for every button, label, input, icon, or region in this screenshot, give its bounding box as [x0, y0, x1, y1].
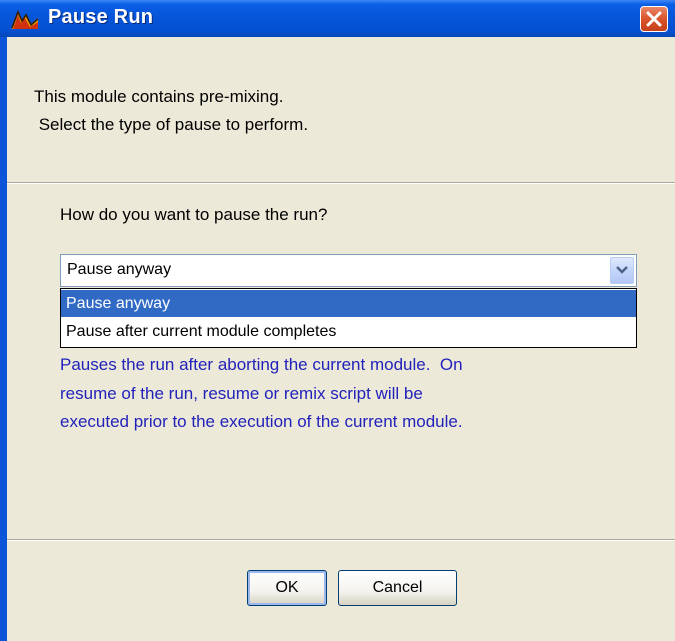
description-line-1: Pauses the run after aborting the curren… — [60, 355, 463, 374]
app-logo-icon — [11, 8, 39, 30]
dropdown-button[interactable] — [610, 257, 634, 284]
message-line-1: This module contains pre-mixing. — [34, 87, 284, 106]
ok-button[interactable]: OK — [247, 570, 327, 606]
close-icon — [646, 11, 662, 27]
title-bar[interactable]: Pause Run — [0, 0, 675, 37]
description-line-2: resume of the run, resume or remix scrip… — [60, 383, 423, 403]
option-pause-after-module[interactable]: Pause after current module completes — [61, 318, 636, 345]
option-pause-anyway[interactable]: Pause anyway — [61, 290, 636, 317]
window-title: Pause Run — [48, 6, 154, 28]
pause-type-dropdown-list: Pause anyway Pause after current module … — [60, 288, 637, 348]
pause-description: Pauses the run after aborting the curren… — [60, 351, 640, 437]
description-line-3: executed prior to the execution of the c… — [60, 412, 463, 431]
cancel-button[interactable]: Cancel — [338, 570, 457, 606]
pause-question: How do you want to pause the run? — [60, 205, 328, 224]
pause-type-selected-value: Pause anyway — [67, 261, 172, 278]
top-separator — [7, 182, 675, 184]
pause-type-select[interactable]: Pause anyway — [60, 254, 637, 287]
bottom-separator — [7, 539, 675, 541]
pause-run-dialog: Pause Run This module contains pre-mixin… — [0, 0, 675, 641]
chevron-down-icon — [616, 266, 628, 274]
dialog-body: This module contains pre-mixing. Select … — [7, 37, 675, 641]
message-line-2: Select the type of pause to perform. — [34, 115, 309, 134]
close-button[interactable] — [640, 6, 668, 32]
